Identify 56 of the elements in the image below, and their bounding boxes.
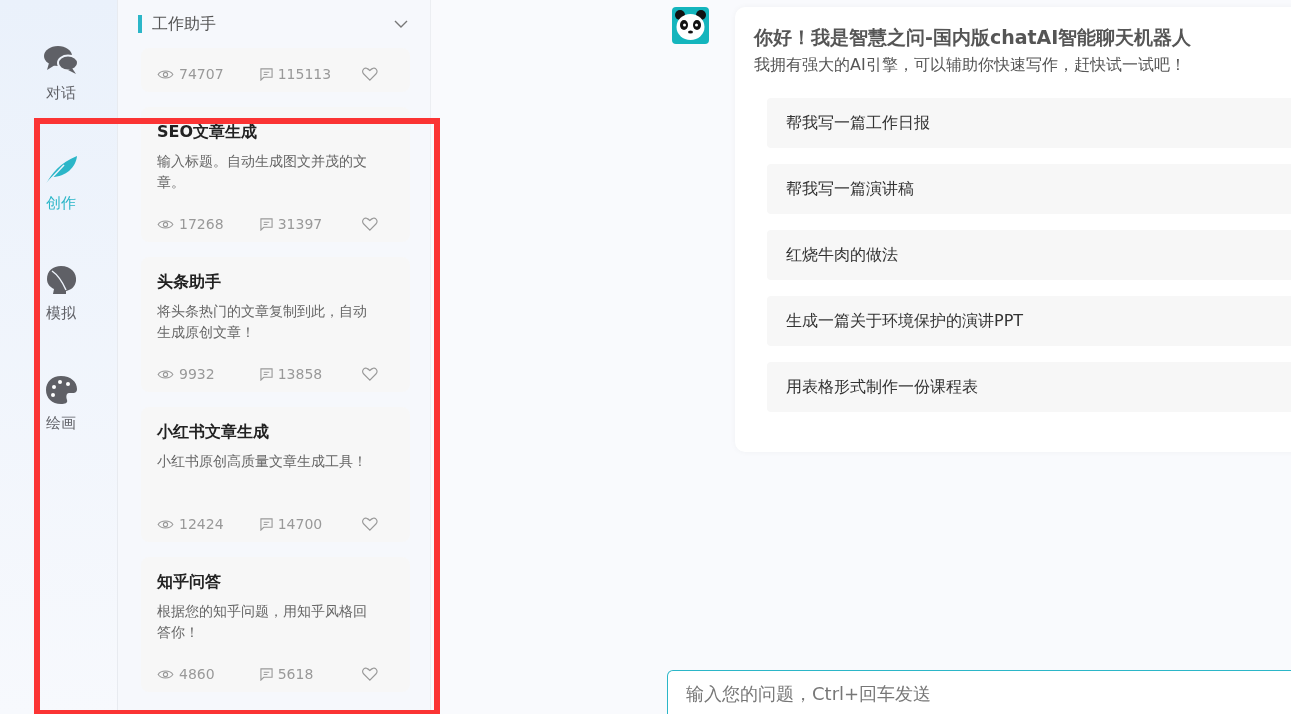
heart-icon[interactable] <box>362 517 378 531</box>
view-count: 9932 <box>179 366 215 382</box>
card-description: 小红书原创高质量文章生成工具！ <box>157 452 368 471</box>
tool-card[interactable]: 小红书文章生成 小红书原创高质量文章生成工具！ 12424 14700 <box>141 407 410 542</box>
card-description: 根据您的知乎问题，用知乎风格回答你！ <box>157 602 368 642</box>
view-count: 17268 <box>179 216 224 232</box>
category-title: 工作助手 <box>152 13 217 35</box>
comment-icon <box>259 367 273 381</box>
eye-icon <box>157 68 174 80</box>
eye-icon <box>157 368 174 380</box>
chat-bubbles-icon <box>44 45 78 75</box>
view-count: 4860 <box>179 666 215 682</box>
panda-avatar-icon <box>672 7 709 44</box>
suggestion-item[interactable]: 生成一篇关于环境保护的演讲PPT <box>767 296 1291 346</box>
suggestion-item[interactable]: 帮我写一篇工作日报 <box>767 98 1291 148</box>
welcome-subtitle: 我拥有强大的AI引擎，可以辅助你快速写作，赶快试一试吧！ <box>754 55 1187 76</box>
tool-card[interactable]: 知乎问答 根据您的知乎问题，用知乎风格回答你！ 4860 5618 <box>141 557 410 692</box>
question-input[interactable]: 输入您的问题，Ctrl+回车发送 <box>667 670 1291 714</box>
card-title: 知乎问答 <box>157 571 222 593</box>
comment-icon <box>259 517 273 531</box>
view-count: 74707 <box>179 66 224 82</box>
card-description: 输入标题。自动生成图文并茂的文章。 <box>157 152 368 192</box>
comment-icon <box>259 67 273 81</box>
card-title: 头条助手 <box>157 271 222 293</box>
tool-card[interactable]: SEO文章生成 输入标题。自动生成图文并茂的文章。 17268 31397 <box>141 107 410 242</box>
suggestion-item[interactable]: 用表格形式制作一份课程表 <box>767 362 1291 412</box>
card-description: 将头条热门的文章复制到此，自动生成原创文章！ <box>157 302 368 342</box>
palette-icon <box>44 375 78 405</box>
chevron-down-icon[interactable] <box>394 20 408 28</box>
welcome-title: 你好！我是智慧之问-国内版chatAI智能聊天机器人 <box>754 25 1193 50</box>
nav-item[interactable]: 绘画 <box>44 375 78 433</box>
card-title: SEO文章生成 <box>157 121 259 143</box>
comment-count: 13858 <box>277 366 323 382</box>
eye-icon <box>157 668 174 680</box>
comment-count: 5618 <box>277 666 314 682</box>
heart-icon[interactable] <box>362 367 378 381</box>
card-title: 小红书文章生成 <box>157 421 270 443</box>
tool-card[interactable]: 头条助手 将头条热门的文章复制到此，自动生成原创文章！ 9932 13858 <box>141 257 410 392</box>
nav-item[interactable]: 模拟 <box>44 265 78 323</box>
comment-count: 115113 <box>277 66 332 82</box>
view-count: 12424 <box>179 516 224 532</box>
heart-icon[interactable] <box>362 67 378 81</box>
suggestion-item[interactable]: 红烧牛肉的做法 <box>767 230 1291 280</box>
eye-icon <box>157 218 174 230</box>
head-silhouette-icon <box>44 265 78 295</box>
comment-icon <box>259 667 273 681</box>
eye-icon <box>157 518 174 530</box>
comment-count: 14700 <box>277 516 323 532</box>
comment-icon <box>259 217 273 231</box>
suggestion-item[interactable]: 帮我写一篇演讲稿 <box>767 164 1291 214</box>
heart-icon[interactable] <box>362 667 378 681</box>
accent-bar <box>138 15 142 33</box>
nav-item[interactable]: 对话 <box>44 45 78 103</box>
feather-icon <box>44 155 78 185</box>
heart-icon[interactable] <box>362 217 378 231</box>
comment-count: 31397 <box>277 216 323 232</box>
